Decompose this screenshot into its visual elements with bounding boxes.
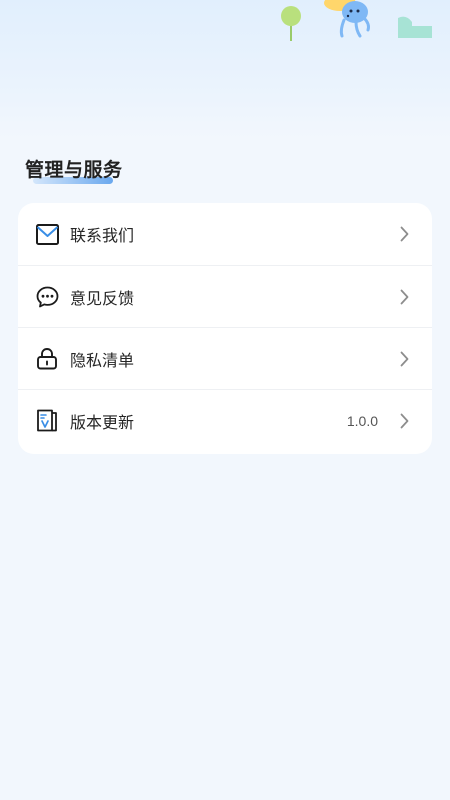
version-number: 1.0.0 (346, 412, 378, 429)
menu-item-label: 隐私清单 (70, 350, 135, 370)
chevron-right-icon (398, 225, 410, 243)
menu-item-label: 联系我们 (70, 226, 135, 245)
menu-card: 联系我们 意见反馈 隐私清单 版本更新 1.0.0 (18, 203, 432, 454)
menu-item-version-update[interactable]: 版本更新 1.0.0 (18, 389, 432, 451)
menu-item-contact-us[interactable]: 联系我们 (18, 203, 432, 265)
menu-item-feedback[interactable]: 意见反馈 (18, 265, 432, 327)
lock-icon (35, 347, 59, 371)
version-document-icon (35, 409, 59, 433)
menu-item-label: 意见反馈 (70, 288, 135, 308)
header-illustration (281, 0, 432, 41)
top-banner (0, 0, 450, 140)
menu-item-privacy-list[interactable]: 隐私清单 (18, 327, 432, 389)
chat-bubble-icon (35, 285, 59, 309)
menu-item-label: 版本更新 (70, 412, 135, 432)
section-header: 管理与服务 (25, 156, 123, 188)
chevron-right-icon (398, 412, 410, 430)
section-title: 管理与服务 (25, 159, 123, 181)
mail-icon (35, 222, 59, 246)
chevron-right-icon (398, 350, 410, 368)
chevron-right-icon (398, 288, 410, 306)
